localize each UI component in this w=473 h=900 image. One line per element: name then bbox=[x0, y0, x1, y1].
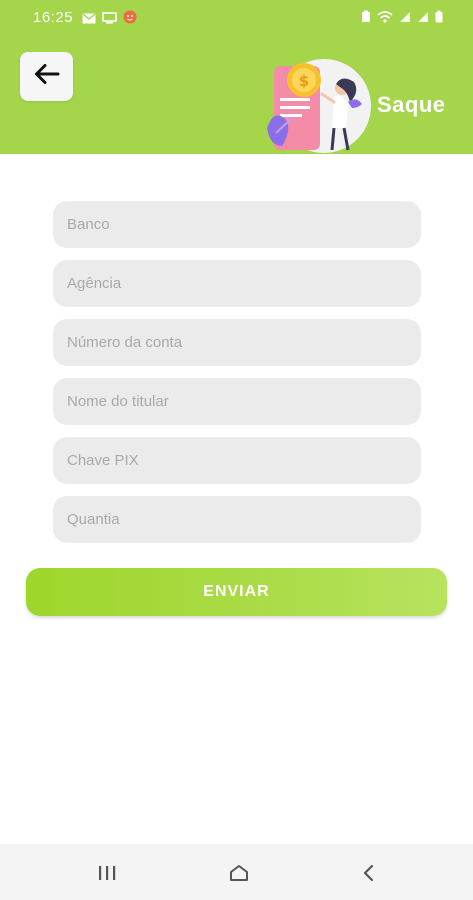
bank-input[interactable] bbox=[67, 201, 421, 248]
holder-name-field[interactable] bbox=[53, 378, 421, 425]
pix-key-field[interactable] bbox=[53, 437, 421, 484]
notification-face-icon bbox=[123, 10, 137, 28]
account-number-field[interactable] bbox=[53, 319, 421, 366]
mail-icon bbox=[82, 11, 96, 28]
svg-text:$: $ bbox=[299, 72, 309, 90]
back-icon[interactable] bbox=[356, 862, 380, 884]
battery-icon bbox=[435, 10, 443, 27]
status-left-icons bbox=[82, 10, 137, 28]
status-time: 16:25 bbox=[33, 9, 74, 26]
pix-key-input[interactable] bbox=[67, 437, 421, 484]
withdraw-form bbox=[53, 201, 421, 555]
header: 16:25 $ Saque bbox=[0, 0, 473, 154]
navigation-bar bbox=[0, 844, 473, 900]
signal-icon bbox=[417, 10, 429, 27]
back-button[interactable] bbox=[20, 52, 73, 101]
screen-icon bbox=[102, 11, 117, 28]
page-title: Saque bbox=[377, 92, 446, 117]
amount-field[interactable] bbox=[53, 496, 421, 543]
recent-apps-icon[interactable] bbox=[95, 862, 119, 884]
amount-input[interactable] bbox=[67, 496, 421, 543]
agency-input[interactable] bbox=[67, 260, 421, 307]
home-icon[interactable] bbox=[227, 862, 251, 884]
holder-name-input[interactable] bbox=[67, 378, 421, 425]
battery-saver-icon bbox=[361, 10, 371, 27]
bank-field[interactable] bbox=[53, 201, 421, 248]
account-number-input[interactable] bbox=[67, 319, 421, 366]
withdraw-screen: 16:25 $ Saque Banco Agência Número da co… bbox=[0, 0, 473, 900]
wifi-icon bbox=[377, 10, 393, 27]
agency-field[interactable] bbox=[53, 260, 421, 307]
arrow-left-icon bbox=[34, 63, 60, 90]
status-bar: 16:25 bbox=[0, 0, 473, 34]
status-right-icons bbox=[361, 10, 443, 27]
signal-icon bbox=[399, 10, 411, 27]
payment-woman-coin-illustration: $ bbox=[262, 58, 372, 154]
send-button[interactable]: ENVIAR bbox=[26, 568, 447, 616]
